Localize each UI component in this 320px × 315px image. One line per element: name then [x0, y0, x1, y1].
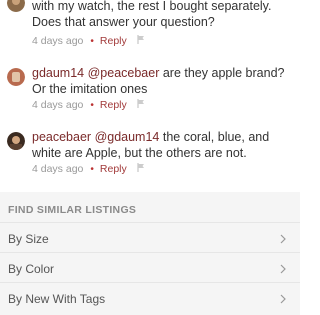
- row-label: By Size: [8, 232, 49, 246]
- comment-time: 4 days ago: [32, 163, 84, 175]
- reply-button[interactable]: Reply: [100, 35, 127, 47]
- similar-by-color[interactable]: By Color: [0, 252, 300, 285]
- comment-username[interactable]: gdaum14: [32, 66, 84, 80]
- avatar[interactable]: [7, 132, 25, 150]
- comment-text: gdaum14 @peacebaer are they apple brand?…: [32, 65, 294, 97]
- reply-button[interactable]: Reply: [100, 163, 127, 175]
- row-label: By New With Tags: [8, 292, 106, 306]
- reply-button[interactable]: Reply: [100, 99, 127, 111]
- comment-text: peacebaer @gdaum14 the coral, blue, and …: [32, 129, 294, 161]
- flag-icon[interactable]: [137, 97, 145, 113]
- separator-dot: •: [90, 164, 94, 175]
- comment-mention[interactable]: @peacebaer: [88, 66, 160, 80]
- flag-icon[interactable]: [137, 161, 145, 177]
- avatar[interactable]: [7, 0, 25, 12]
- similar-by-new-with-tags[interactable]: By New With Tags: [0, 282, 300, 315]
- avatar[interactable]: [7, 68, 25, 86]
- comment-username[interactable]: peacebaer: [32, 130, 91, 144]
- chevron-right-icon: [280, 234, 286, 244]
- flag-icon[interactable]: [137, 33, 145, 49]
- comment-meta: 4 days ago • Reply: [32, 161, 145, 177]
- similar-by-size[interactable]: By Size: [0, 222, 300, 255]
- comment-meta: 4 days ago • Reply: [32, 33, 145, 49]
- comment-mention[interactable]: @gdaum14: [95, 130, 160, 144]
- section-title: FIND SIMILAR LISTINGS: [8, 204, 137, 216]
- comment-meta: 4 days ago • Reply: [32, 97, 145, 113]
- comment-time: 4 days ago: [32, 35, 84, 47]
- separator-dot: •: [90, 36, 94, 47]
- row-label: By Color: [8, 262, 55, 276]
- separator-dot: •: [90, 100, 94, 111]
- comment-time: 4 days ago: [32, 99, 84, 111]
- comment-text: with my watch, the rest I bought separat…: [32, 0, 272, 29]
- chevron-right-icon: [280, 264, 286, 274]
- chevron-right-icon: [280, 294, 286, 304]
- similar-listings-section: FIND SIMILAR LISTINGS By Size By Color B…: [0, 192, 300, 315]
